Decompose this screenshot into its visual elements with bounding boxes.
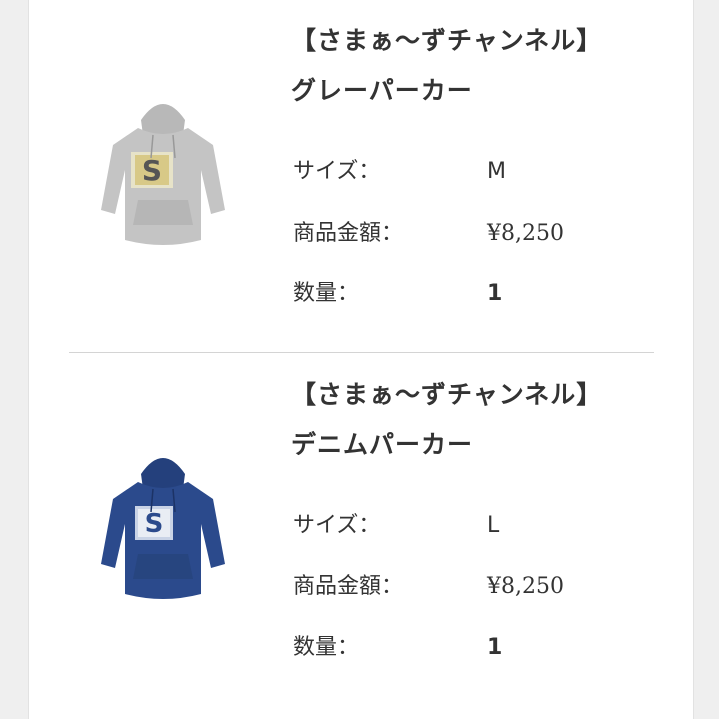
hoodie-image: S bbox=[101, 458, 225, 599]
product-image[interactable]: S bbox=[93, 444, 233, 614]
price-label: 商品金額： bbox=[293, 221, 404, 246]
hoodie-image: S bbox=[101, 104, 225, 245]
logo-letter: S bbox=[142, 154, 162, 187]
product-title-brand: 【さまぁ～ずチャンネル】 bbox=[291, 26, 603, 55]
order-items-card: S 【さまぁ～ずチャンネル】 グレーパーカー サイズ： M 商品金額： ¥8,2… bbox=[28, 0, 694, 719]
product-title-name: グレーパーカー bbox=[291, 76, 473, 105]
product-image[interactable]: S bbox=[93, 90, 233, 260]
quantity-label: 数量： bbox=[293, 635, 360, 660]
order-item: S 【さまぁ～ずチャンネル】 グレーパーカー サイズ： M 商品金額： ¥8,2… bbox=[29, 0, 693, 352]
price-label: 商品金額： bbox=[293, 574, 404, 599]
size-row: サイズ： M bbox=[293, 154, 673, 190]
price-value: ¥8,250 bbox=[487, 574, 564, 599]
logo-letter: S bbox=[145, 509, 164, 539]
quantity-value: 1 bbox=[487, 281, 503, 306]
size-value: L bbox=[487, 513, 500, 538]
product-title[interactable]: 【さまぁ～ずチャンネル】 グレーパーカー bbox=[291, 16, 671, 116]
price-row: 商品金額： ¥8,250 bbox=[293, 216, 673, 252]
quantity-row: 数量： 1 bbox=[293, 276, 673, 312]
quantity-label: 数量： bbox=[293, 281, 360, 306]
size-value: M bbox=[487, 159, 506, 184]
quantity-row: 数量： 1 bbox=[293, 630, 673, 666]
order-item: S 【さまぁ～ずチャンネル】 デニムパーカー サイズ： L 商品金額： ¥8,2… bbox=[29, 354, 693, 719]
product-title-brand: 【さまぁ～ずチャンネル】 bbox=[291, 380, 603, 409]
product-title[interactable]: 【さまぁ～ずチャンネル】 デニムパーカー bbox=[291, 370, 671, 470]
size-row: サイズ： L bbox=[293, 508, 673, 544]
price-value: ¥8,250 bbox=[487, 221, 564, 246]
product-title-name: デニムパーカー bbox=[291, 430, 474, 459]
size-label: サイズ： bbox=[293, 513, 381, 538]
price-row: 商品金額： ¥8,250 bbox=[293, 569, 673, 605]
size-label: サイズ： bbox=[293, 159, 381, 184]
quantity-value: 1 bbox=[487, 635, 503, 660]
item-divider bbox=[69, 352, 654, 353]
